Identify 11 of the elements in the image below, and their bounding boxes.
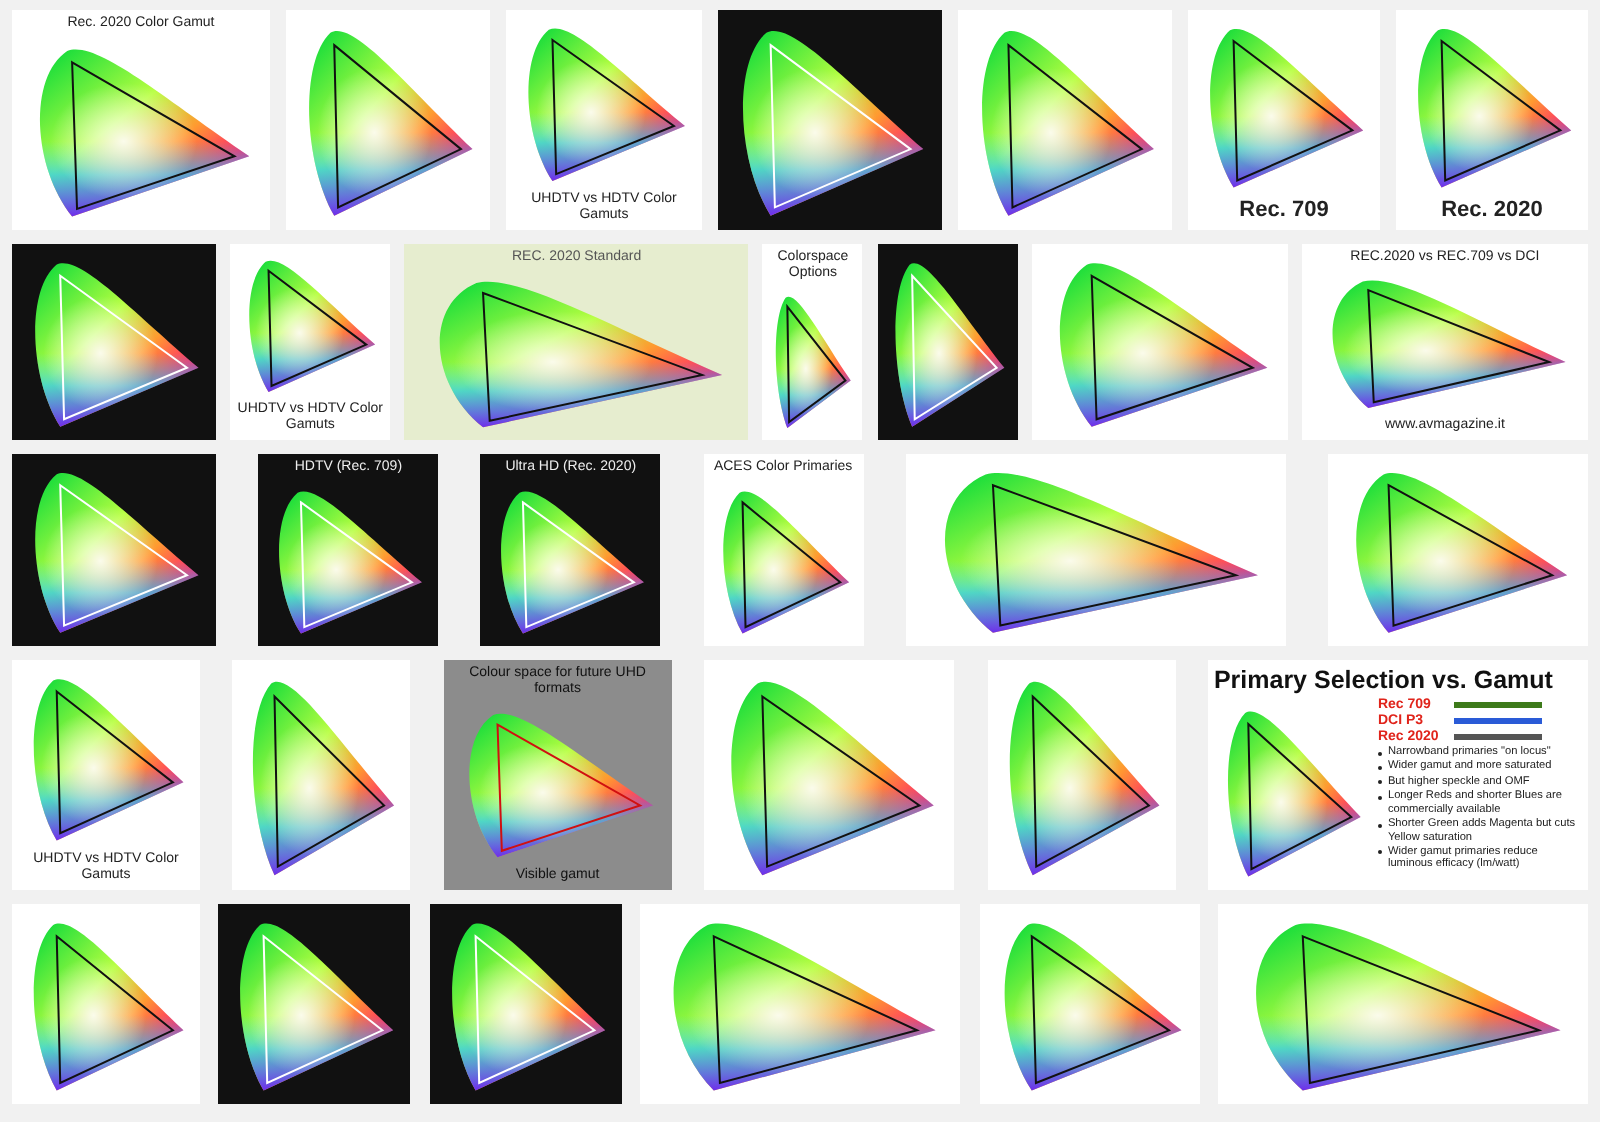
bullet-icon [1377, 765, 1382, 770]
bullet-icon [1377, 780, 1382, 785]
slide-title: Primary Selection vs. Gamut [1213, 666, 1553, 694]
image-thumbnail[interactable]: Rec. 709 [1188, 10, 1380, 230]
bullet-icon [1377, 850, 1382, 855]
image-thumbnail[interactable] [1207, 660, 1588, 890]
thumbnail-caption: Rec. 2020 [1441, 198, 1543, 224]
image-thumbnail[interactable]: Rec. 2020 [1396, 10, 1588, 230]
bullet-icon [1377, 823, 1382, 828]
thumbnail-caption: Rec. 709 [1239, 198, 1329, 224]
bullet-icon [1377, 795, 1382, 800]
